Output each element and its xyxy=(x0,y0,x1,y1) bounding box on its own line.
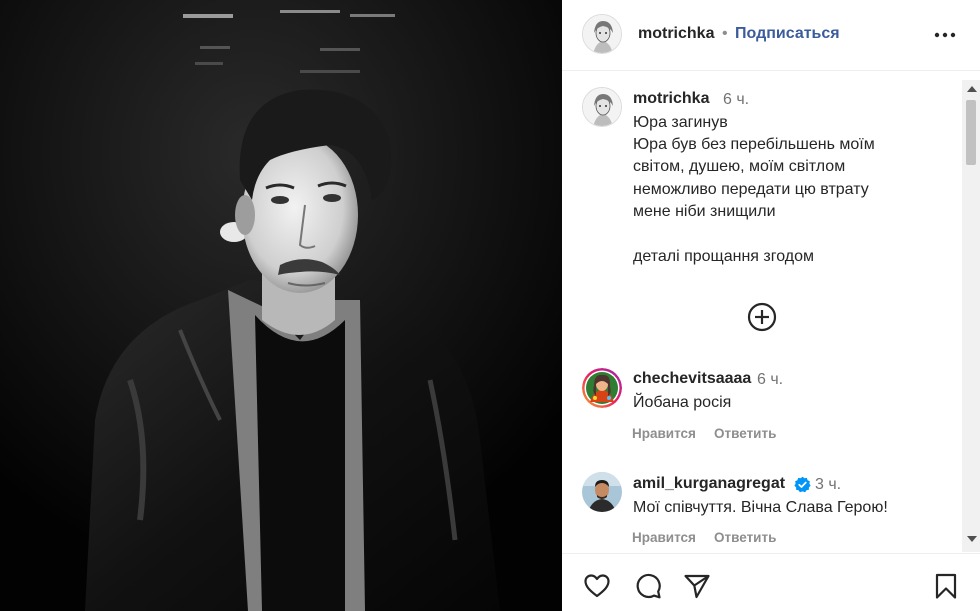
commenter-username-link[interactable]: amil_kurganagregat xyxy=(633,475,785,493)
verified-badge-icon xyxy=(794,476,811,493)
comment-timestamp[interactable]: 3 ч. xyxy=(815,476,841,494)
separator-dot: • xyxy=(722,25,728,42)
caption-line: світом, душею, моїм світлом xyxy=(633,158,846,175)
caption-author-avatar[interactable] xyxy=(582,87,622,127)
caption-line: деталі прощання згодом xyxy=(633,248,814,265)
scroll-down-arrow-icon[interactable] xyxy=(967,536,977,542)
caption-line: неможливо передати цю втрату xyxy=(633,181,869,198)
comment-icon[interactable] xyxy=(634,572,662,600)
caption-username-link[interactable]: motrichka xyxy=(633,90,709,108)
author-avatar-image xyxy=(583,15,621,53)
post-actions-bar xyxy=(562,553,980,611)
caption-line: Юра був без перебільшень моїм xyxy=(633,136,875,153)
author-avatar[interactable] xyxy=(582,14,622,54)
more-horizontal-icon[interactable] xyxy=(933,24,957,46)
caption-timestamp[interactable]: 6 ч. xyxy=(723,91,749,109)
comment-timestamp[interactable]: 6 ч. xyxy=(757,371,783,389)
author-username-link[interactable]: motrichka xyxy=(638,25,714,43)
caption-line: Юра загинув xyxy=(633,114,728,131)
scroll-up-arrow-icon[interactable] xyxy=(967,86,977,92)
post-photo-image xyxy=(0,0,562,611)
commenter-username-link[interactable]: chechevitsaaaa xyxy=(633,370,751,388)
comment-like-button[interactable]: Нравится xyxy=(632,530,696,545)
post-photo[interactable] xyxy=(0,0,562,611)
bookmark-icon[interactable] xyxy=(932,572,960,600)
comment-reply-button[interactable]: Ответить xyxy=(714,426,776,441)
post-details-panel: motrichka • Подписаться motrichka 6 ч. Ю… xyxy=(562,0,980,611)
follow-button[interactable]: Подписаться xyxy=(735,25,840,43)
plus-circle-icon[interactable] xyxy=(746,301,778,333)
send-icon[interactable] xyxy=(683,572,711,600)
comments-list[interactable]: motrichka 6 ч. Юра загинув Юра був без п… xyxy=(562,72,980,552)
post-header: motrichka • Подписаться xyxy=(562,0,980,71)
comments-scrollbar[interactable] xyxy=(962,80,980,552)
comment-reply-button[interactable]: Ответить xyxy=(714,530,776,545)
commenter-avatar[interactable] xyxy=(582,472,622,512)
commenter-avatar-image xyxy=(582,368,622,408)
heart-icon[interactable] xyxy=(583,572,611,600)
comment-text: Йобана росія xyxy=(633,394,732,411)
caption-line: мене ніби знищили xyxy=(633,203,776,220)
comment-like-button[interactable]: Нравится xyxy=(632,426,696,441)
commenter-avatar-image xyxy=(582,472,622,512)
caption-avatar-image xyxy=(583,88,621,126)
commenter-avatar[interactable] xyxy=(582,368,622,408)
comment-text: Мої співчуття. Вічна Слава Герою! xyxy=(633,499,888,516)
scrollbar-thumb[interactable] xyxy=(966,100,976,165)
